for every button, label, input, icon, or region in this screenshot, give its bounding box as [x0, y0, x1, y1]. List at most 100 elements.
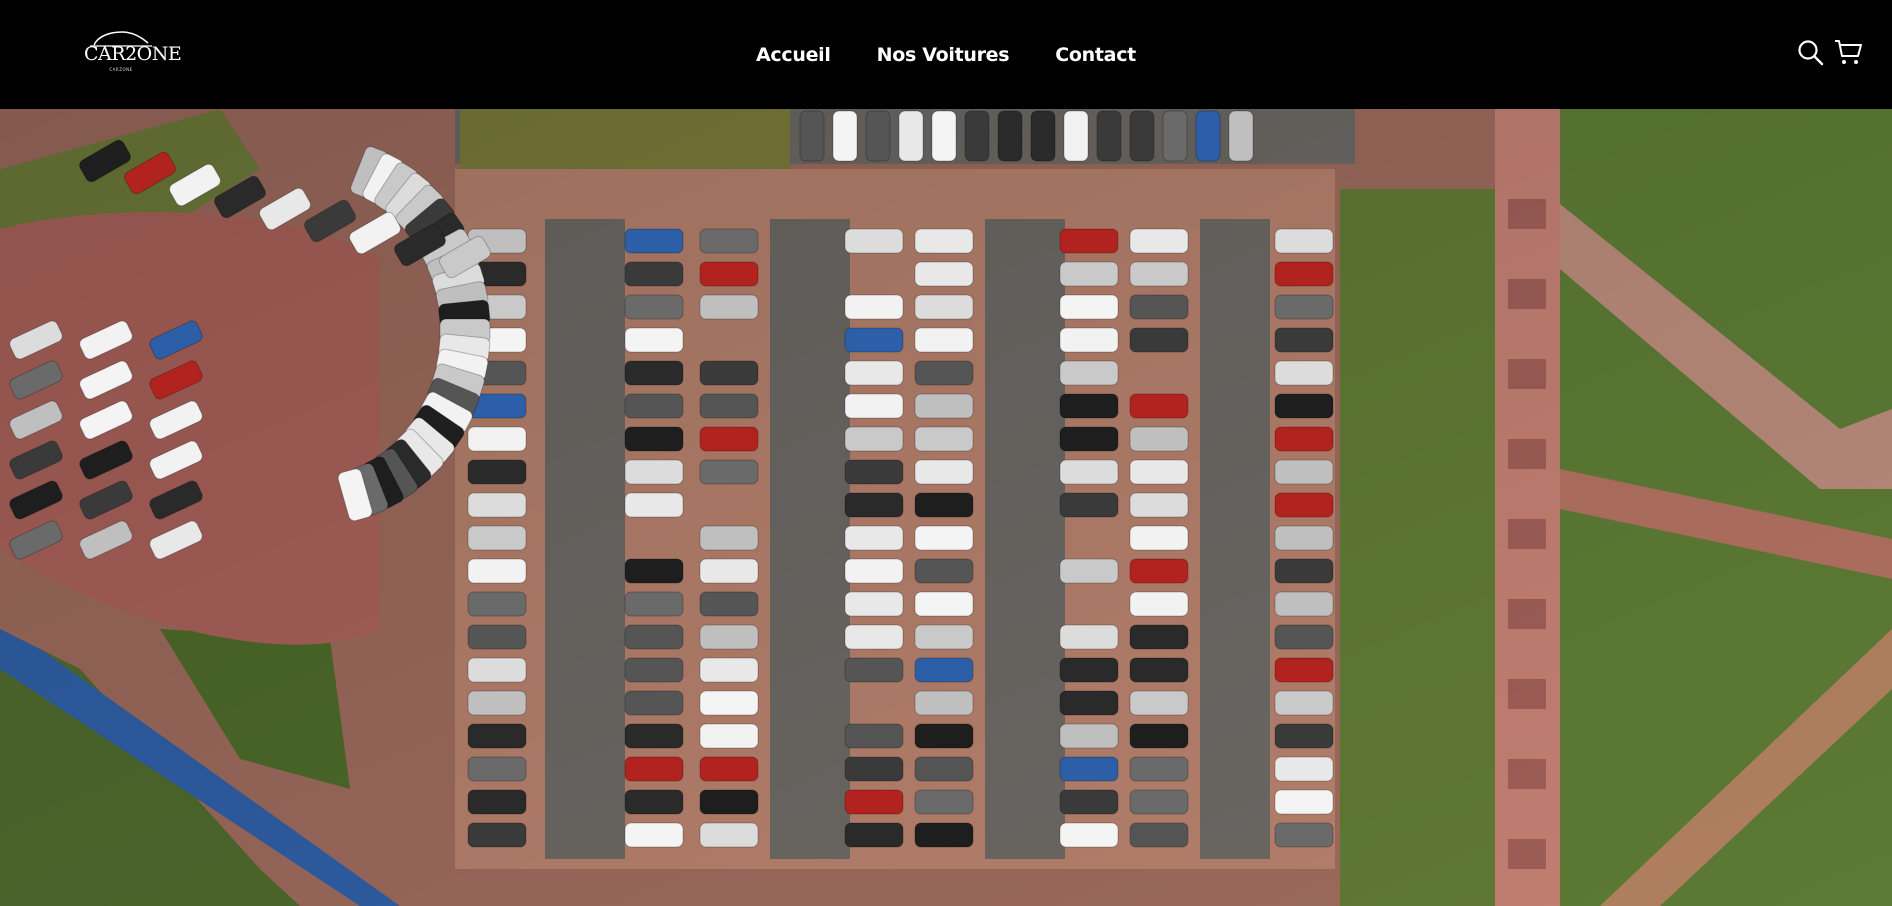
- parked-car: [914, 426, 974, 452]
- parked-car: [1274, 393, 1334, 419]
- parked-car: [699, 723, 759, 749]
- parked-car: [914, 492, 974, 518]
- parked-car: [914, 327, 974, 353]
- parked-car: [467, 492, 527, 518]
- parked-car: [699, 624, 759, 650]
- parked-car: [1059, 327, 1119, 353]
- parked-car: [1274, 624, 1334, 650]
- parked-car: [624, 426, 684, 452]
- parked-car: [914, 591, 974, 617]
- parked-car: [1274, 756, 1334, 782]
- parked-car: [699, 261, 759, 287]
- parked-car: [844, 525, 904, 551]
- parked-car: [1059, 393, 1119, 419]
- parked-car: [1059, 558, 1119, 584]
- parked-car: [1129, 261, 1189, 287]
- parked-car: [1059, 690, 1119, 716]
- parked-car: [898, 110, 924, 162]
- parked-car: [1059, 360, 1119, 386]
- parked-car: [1129, 657, 1189, 683]
- parked-car: [467, 558, 527, 584]
- parked-car: [1030, 110, 1056, 162]
- parked-car: [699, 360, 759, 386]
- hero-image: [0, 109, 1892, 906]
- parked-car: [832, 110, 858, 162]
- parked-car: [1195, 110, 1221, 162]
- parked-car: [914, 558, 974, 584]
- parked-car: [1129, 110, 1155, 162]
- parked-car: [624, 789, 684, 815]
- parked-car: [1274, 657, 1334, 683]
- parked-car: [1063, 110, 1089, 162]
- parked-car: [844, 393, 904, 419]
- parked-car: [624, 822, 684, 848]
- parked-car: [964, 110, 990, 162]
- parked-car: [844, 558, 904, 584]
- parked-car: [1129, 591, 1189, 617]
- parked-car: [1059, 294, 1119, 320]
- parked-car: [844, 294, 904, 320]
- parked-car: [844, 591, 904, 617]
- parked-car: [914, 657, 974, 683]
- parked-car: [699, 426, 759, 452]
- parked-car: [1096, 110, 1122, 162]
- nav-contact[interactable]: Contact: [1055, 44, 1136, 66]
- parked-car: [624, 657, 684, 683]
- parked-car: [1129, 492, 1189, 518]
- parked-car: [1059, 756, 1119, 782]
- parked-car: [699, 822, 759, 848]
- parked-car: [914, 294, 974, 320]
- parked-car: [1129, 294, 1189, 320]
- parked-car: [699, 756, 759, 782]
- parked-car: [1274, 294, 1334, 320]
- parked-car: [1274, 327, 1334, 353]
- parked-car: [624, 558, 684, 584]
- parked-car: [844, 426, 904, 452]
- parked-car: [1129, 822, 1189, 848]
- parked-car: [1274, 558, 1334, 584]
- parked-car: [1129, 558, 1189, 584]
- parked-car: [914, 624, 974, 650]
- parked-car: [624, 591, 684, 617]
- site-header: CAR2ONE CARZONE Accueil Nos Voitures Con…: [0, 0, 1892, 109]
- parked-car: [624, 228, 684, 254]
- parked-car: [1274, 822, 1334, 848]
- main-nav: Accueil Nos Voitures Contact: [0, 0, 1892, 109]
- parked-car: [1274, 723, 1334, 749]
- parked-car: [1059, 789, 1119, 815]
- nav-accueil[interactable]: Accueil: [756, 44, 831, 66]
- parked-car: [1274, 789, 1334, 815]
- parked-car: [1274, 459, 1334, 485]
- parked-car: [1129, 426, 1189, 452]
- parked-car: [914, 789, 974, 815]
- parked-car: [699, 591, 759, 617]
- parked-car: [1059, 723, 1119, 749]
- parked-car: [997, 110, 1023, 162]
- aerial-parking-lot-photo: [0, 109, 1892, 906]
- parked-car: [914, 393, 974, 419]
- parked-car: [624, 690, 684, 716]
- parked-car: [914, 360, 974, 386]
- cart-icon[interactable]: [1834, 38, 1862, 66]
- parked-car: [844, 789, 904, 815]
- parked-car: [865, 110, 891, 162]
- parked-car: [624, 756, 684, 782]
- parked-car: [1059, 261, 1119, 287]
- parked-car: [624, 360, 684, 386]
- parked-car: [914, 723, 974, 749]
- nav-nos-voitures[interactable]: Nos Voitures: [877, 44, 1010, 66]
- parked-car: [914, 525, 974, 551]
- parked-car: [1274, 360, 1334, 386]
- parked-car: [624, 723, 684, 749]
- parked-car: [699, 294, 759, 320]
- parked-car: [1129, 327, 1189, 353]
- search-icon[interactable]: [1796, 38, 1824, 66]
- parked-car: [1129, 756, 1189, 782]
- parked-car: [1162, 110, 1188, 162]
- parked-car: [1129, 228, 1189, 254]
- parked-car: [1228, 110, 1254, 162]
- parked-car: [1129, 525, 1189, 551]
- parked-car: [1129, 690, 1189, 716]
- parked-car: [699, 558, 759, 584]
- parked-car: [1059, 459, 1119, 485]
